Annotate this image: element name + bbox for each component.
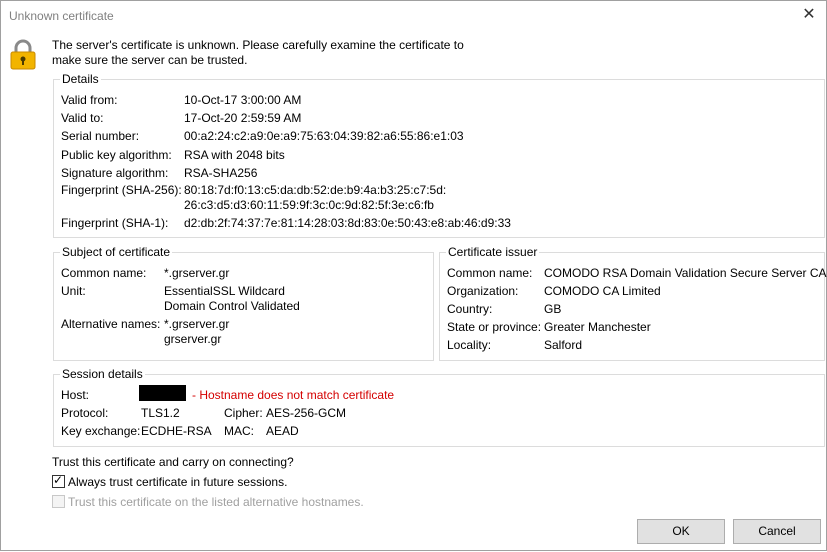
issuer-locality-value: Salford bbox=[544, 338, 583, 352]
sha1-value: d2:db:2f:74:37:7e:81:14:28:03:8d:83:0e:5… bbox=[184, 216, 511, 230]
sha256-label: Fingerprint (SHA-256): bbox=[61, 183, 182, 197]
protocol-label: Protocol: bbox=[61, 406, 109, 420]
issuer-locality-label: Locality: bbox=[447, 338, 492, 352]
always-trust-checkbox[interactable] bbox=[52, 473, 65, 488]
mac-value: AEAD bbox=[266, 424, 299, 438]
always-trust-label[interactable]: Always trust certificate in future sessi… bbox=[68, 475, 287, 489]
lock-icon bbox=[10, 39, 36, 70]
alt-hostnames-label[interactable]: Trust this certificate on the listed alt… bbox=[68, 495, 364, 509]
subject-unit-label: Unit: bbox=[61, 284, 86, 298]
title-bar: Unknown certificate ✕ bbox=[0, 0, 827, 31]
pubkey-label: Public key algorithm: bbox=[61, 148, 172, 162]
issuer-org-label: Organization: bbox=[447, 284, 519, 298]
subject-cn-label: Common name: bbox=[61, 266, 147, 280]
subject-alt-label: Alternative names: bbox=[61, 317, 161, 331]
host-label: Host: bbox=[61, 388, 90, 402]
valid-from-label: Valid from: bbox=[61, 93, 118, 107]
pubkey-value: RSA with 2048 bits bbox=[184, 148, 285, 162]
mac-label: MAC: bbox=[224, 424, 254, 438]
kex-label: Key exchange: bbox=[61, 424, 141, 438]
session-group-label: Session details bbox=[60, 367, 145, 381]
subject-unit-line1: EssentialSSL Wildcard bbox=[164, 284, 285, 298]
issuer-country-value: GB bbox=[544, 302, 562, 316]
cipher-label: Cipher: bbox=[224, 406, 263, 420]
issuer-group-label: Certificate issuer bbox=[446, 245, 540, 259]
sigalg-value: RSA-SHA256 bbox=[184, 166, 258, 180]
details-group-label: Details bbox=[60, 72, 101, 86]
ok-button[interactable]: OK bbox=[637, 519, 725, 544]
trust-question: Trust this certificate and carry on conn… bbox=[52, 455, 294, 469]
issuer-cn-label: Common name: bbox=[447, 266, 533, 280]
sha256-value-line1: 80:18:7d:f0:13:c5:da:db:52:de:b9:4a:b3:2… bbox=[184, 183, 447, 197]
subject-group-label: Subject of certificate bbox=[60, 245, 173, 259]
cancel-button[interactable]: Cancel bbox=[733, 519, 821, 544]
hostname-mismatch-warning: - Hostname does not match certificate bbox=[192, 388, 395, 402]
sha1-label: Fingerprint (SHA-1): bbox=[61, 216, 169, 230]
serial-label: Serial number: bbox=[61, 129, 140, 143]
protocol-value: TLS1.2 bbox=[141, 406, 180, 420]
close-icon[interactable]: ✕ bbox=[798, 4, 820, 26]
sha256-value-line2: 26:c3:d5:d3:60:11:59:9f:3c:0c:9d:82:5f:3… bbox=[184, 198, 434, 212]
kex-value: ECDHE-RSA bbox=[141, 424, 212, 438]
subject-alt-line2: grserver.gr bbox=[164, 332, 222, 346]
issuer-country-label: Country: bbox=[447, 302, 493, 316]
issuer-org-value: COMODO CA Limited bbox=[544, 284, 661, 298]
valid-from-value: 10-Oct-17 3:00:00 AM bbox=[184, 93, 302, 107]
issuer-state-value: Greater Manchester bbox=[544, 320, 651, 334]
subject-unit-line2: Domain Control Validated bbox=[164, 299, 300, 313]
sigalg-label: Signature algorithm: bbox=[61, 166, 169, 180]
window-title: Unknown certificate bbox=[9, 9, 114, 23]
issuer-state-label: State or province: bbox=[447, 320, 542, 334]
warning-message: The server's certificate is unknown. Ple… bbox=[52, 38, 464, 67]
valid-to-value: 17-Oct-20 2:59:59 AM bbox=[184, 111, 302, 125]
subject-cn-value: *.grserver.gr bbox=[164, 266, 230, 280]
redacted-hostname bbox=[139, 385, 186, 401]
issuer-cn-value: COMODO RSA Domain Validation Secure Serv… bbox=[544, 266, 827, 280]
serial-value: 00:a2:24:c2:a9:0e:a9:75:63:04:39:82:a6:5… bbox=[184, 129, 464, 143]
cipher-value: AES-256-GCM bbox=[266, 406, 347, 420]
valid-to-label: Valid to: bbox=[61, 111, 104, 125]
subject-alt-line1: *.grserver.gr bbox=[164, 317, 230, 331]
alt-hostnames-checkbox[interactable] bbox=[52, 495, 65, 508]
